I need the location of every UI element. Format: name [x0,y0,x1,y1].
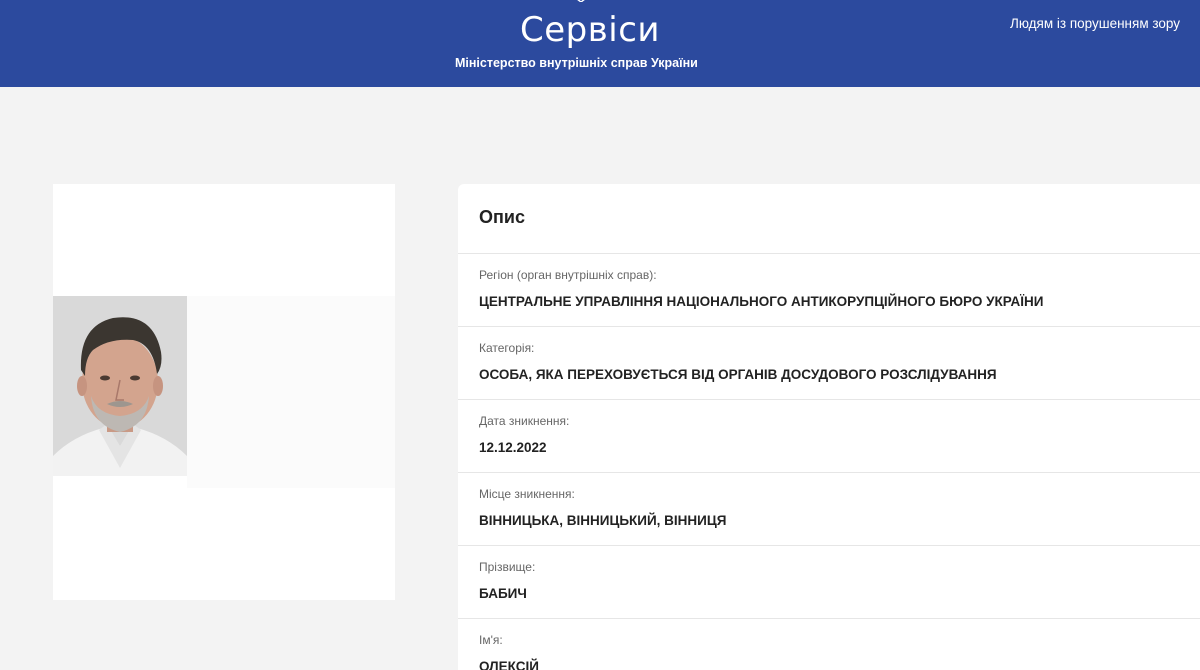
description-title: Опис [479,207,525,227]
field-date: Дата зникнення: 12.12.2022 [458,399,1200,472]
field-first-name: Ім'я: ОЛЕКСІЙ [458,618,1200,670]
field-label: Місце зникнення: [479,487,575,501]
trident-icon [577,0,585,2]
photo-card [53,184,395,600]
field-label: Категорія: [479,341,535,355]
field-category: Категорія: ОСОБА, ЯКА ПЕРЕХОВУЄТЬСЯ ВІД … [458,326,1200,399]
field-label: Ім'я: [479,633,503,647]
field-place: Місце зникнення: ВІННИЦЬКА, ВІННИЦЬКИЙ, … [458,472,1200,545]
field-label: Дата зникнення: [479,414,570,428]
description-card: Опис Регіон (орган внутрішніх справ): ЦЕ… [458,184,1200,670]
field-value: ОСОБА, ЯКА ПЕРЕХОВУЄТЬСЯ ВІД ОРГАНІВ ДОС… [479,367,997,382]
person-photo [53,296,187,476]
site-header: Сервіси Міністерство внутрішніх справ Ук… [0,0,1200,87]
field-label: Регіон (орган внутрішніх справ): [479,268,657,282]
field-value: БАБИЧ [479,586,527,601]
field-value: ЦЕНТРАЛЬНЕ УПРАВЛІННЯ НАЦІОНАЛЬНОГО АНТИ… [479,294,1044,309]
page-title[interactable]: Сервіси [520,10,660,50]
field-value: ОЛЕКСІЙ [479,659,539,670]
ministry-subtitle: Міністерство внутрішніх справ України [455,56,698,70]
field-label: Прізвище: [479,560,536,574]
photo-background [187,296,395,488]
field-region: Регіон (орган внутрішніх справ): ЦЕНТРАЛ… [458,253,1200,326]
accessibility-link[interactable]: Людям із порушенням зору [1010,16,1180,31]
field-value: 12.12.2022 [479,440,547,455]
field-value: ВІННИЦЬКА, ВІННИЦЬКИЙ, ВІННИЦЯ [479,513,727,528]
field-surname: Прізвище: БАБИЧ [458,545,1200,618]
